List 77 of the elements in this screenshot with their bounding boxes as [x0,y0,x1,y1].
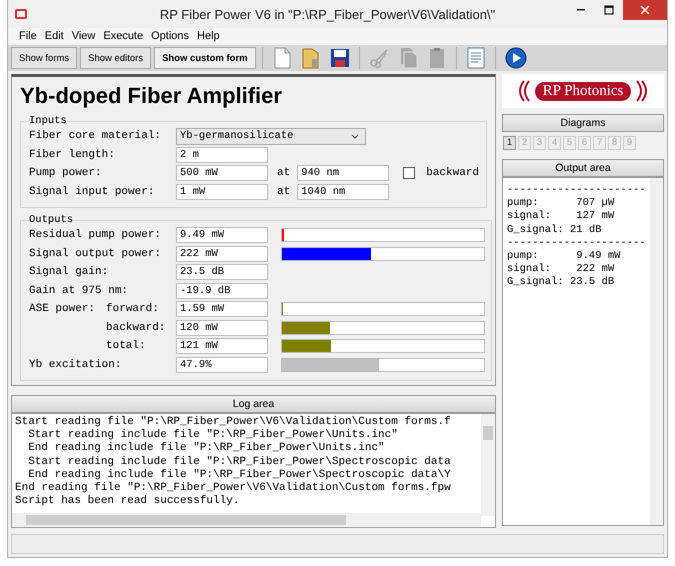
field-label: at [277,167,290,180]
output-line: signal: 222 mW [507,263,616,276]
form-title: Yb-doped Fiber Amplifier [20,83,283,109]
play-icon[interactable] [504,47,527,69]
output-field[interactable]: 47.9% [176,356,268,373]
toolbar-button[interactable]: Show custom form [154,47,256,69]
folder-document-icon[interactable] [300,47,321,69]
field-label: Fiber length: [29,148,116,161]
window-title: RP Fiber Power V6 in "P:\RP_Fiber_Power\V6\Validation\" [158,6,496,22]
field-label: Fiber core material: [29,130,162,142]
menu-item[interactable]: Help [194,30,225,42]
log-line: Start reading file "P:\RP_Fiber_Power\V6\Validation\Custom forms.f [15,416,452,429]
app-icon [14,7,28,21]
output-field[interactable]: 121 mW [176,338,268,354]
dropdown[interactable]: Yb-germanosilicate [176,128,366,145]
scrollbar[interactable] [481,414,495,516]
chevron-icon [351,134,359,139]
field-label: Signal gain: [29,266,108,278]
output-field[interactable]: 222 mW [176,246,268,262]
output-line: signal: 127 mW [507,210,616,224]
menu-item[interactable]: Execute [100,30,148,42]
output-line: G_signal: 21 dB [507,224,603,237]
log-line: Start reading include file "P:\RP_Fiber_Power\Spectroscopic data [27,456,452,469]
field-label: total: [106,340,146,352]
toolbar-button[interactable]: Show forms [11,47,78,69]
field-label: Yb excitation: [29,358,122,371]
scrollbar[interactable] [650,178,663,525]
field-label: ASE power: [29,303,96,316]
log-line: Script has been read successfully. [15,495,240,508]
input-field[interactable]: 500 mW [176,165,268,182]
menu-item[interactable]: View [68,30,100,42]
field-label: at [277,186,290,198]
menu-item[interactable]: Edit [42,30,69,42]
input-field[interactable]: 1 mW [176,184,268,200]
diagram-tab[interactable]: 1 [503,136,516,150]
log-line: End reading file "P:\RP_Fiber_Power\V6\Validation\Custom forms.fpw [15,482,452,495]
field-label: Gain at 975 nm: [29,284,128,297]
group-title: Inputs [29,115,67,127]
output-line: G_signal: 23.5 dB [507,276,616,290]
output-field[interactable]: 9.49 mW [176,227,268,244]
panel-header: Log area [11,395,496,413]
close-button[interactable] [623,0,667,20]
maximize-icon [604,5,614,15]
output-field[interactable]: 120 mW [176,320,268,336]
field-label: backward: [106,322,166,334]
log-line: Start reading include file "P:\RP_Fiber_Power\Units.inc" [27,429,399,442]
field-label: Residual pump power: [29,229,162,242]
input-field[interactable]: 2 m [176,146,268,163]
output-field[interactable]: 1.59 mW [176,301,268,318]
toolbar-button[interactable]: Show editors [80,47,152,69]
input-field[interactable]: 1040 nm [297,184,390,200]
output-field[interactable]: 23.5 dB [176,264,268,280]
group-title: Outputs [29,214,74,226]
field-label: Signal output power: [29,248,162,260]
menu-item[interactable]: File [16,30,42,42]
output-line: pump: 9.49 mW [507,250,622,263]
input-field[interactable]: 940 nm [297,165,390,182]
field-label: forward: [106,303,159,316]
logo: RP Photonics [502,74,664,108]
close-icon [640,5,650,15]
minimize-icon [577,9,585,11]
scrollbar[interactable] [12,513,481,527]
panel-header[interactable]: Diagrams [502,114,664,132]
checkbox[interactable] [403,167,416,180]
new-document-icon[interactable] [272,47,292,69]
text-document-icon[interactable] [466,47,486,69]
dashed-separator: ---------------------- [507,184,647,198]
checkbox-label: backward [426,167,480,180]
field-label: Pump power: [29,167,103,180]
output-field[interactable]: -19.9 dB [176,282,268,299]
log-line: End reading include file "P:\RP_Fiber_Power\Units.inc" [27,442,386,456]
log-line: End reading include file "P:\RP_Fiber_Power\Spectroscopic data\Y [27,468,452,482]
menu-item[interactable]: Options [148,30,194,42]
output-line: pump: 707 µW [507,197,616,210]
panel-header: Output area [502,159,664,177]
dashed-separator: ---------------------- [507,236,647,250]
field-label: Signal input power: [29,186,156,198]
